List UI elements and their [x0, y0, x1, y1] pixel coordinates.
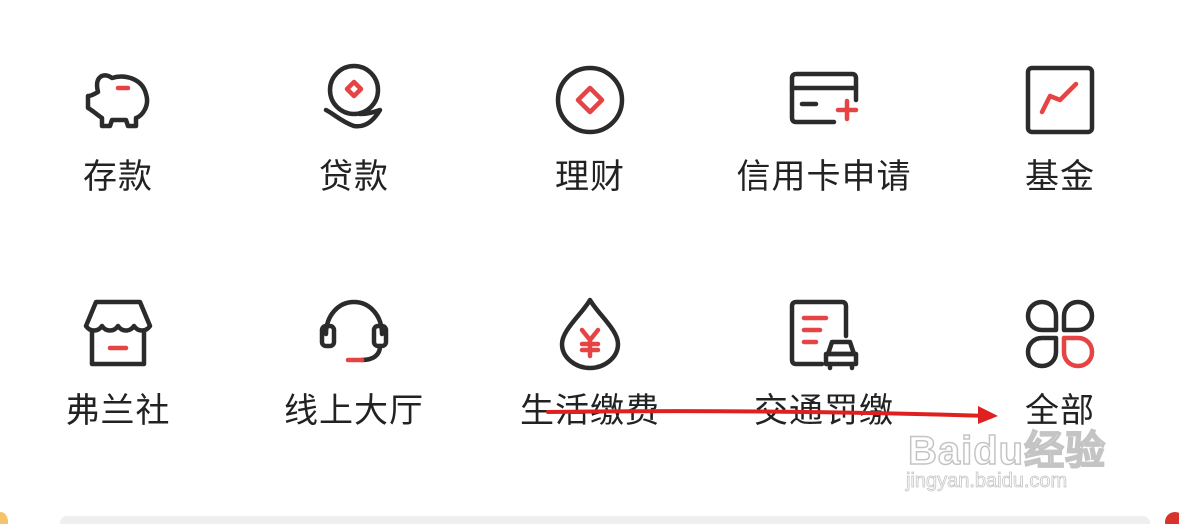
service-traffic-fine[interactable]: 交通罚缴	[724, 296, 924, 476]
corner-decoration-right	[1165, 512, 1179, 524]
loan-hand-coin-icon	[316, 62, 392, 138]
service-label: 贷款	[319, 157, 389, 197]
service-wealth[interactable]: 理财	[490, 62, 690, 242]
service-credit-card[interactable]: 信用卡申请	[724, 62, 924, 242]
service-label: 信用卡申请	[736, 157, 912, 197]
corner-decoration-left	[0, 512, 8, 524]
service-fund[interactable]: 基金	[960, 62, 1160, 242]
service-label: 交通罚缴	[754, 391, 894, 431]
piggy-bank-icon	[80, 62, 156, 138]
traffic-fine-icon	[786, 296, 862, 372]
service-panel: 存款 贷款 理财 信用卡申请 基金 弗兰社 线上大厅 生活缴费 交通罚缴 全部 …	[0, 0, 1179, 524]
service-label: 理财	[555, 157, 625, 197]
fund-chart-icon	[1022, 62, 1098, 138]
service-label: 线上大厅	[284, 391, 424, 431]
service-loan[interactable]: 贷款	[254, 62, 454, 242]
service-utility-payment[interactable]: 生活缴费	[490, 296, 690, 476]
service-all[interactable]: 全部	[960, 296, 1160, 476]
bottom-card-edge	[60, 516, 1150, 524]
utility-drop-icon	[552, 296, 628, 372]
service-online-hall[interactable]: 线上大厅	[254, 296, 454, 476]
service-label: 生活缴费	[520, 391, 660, 431]
service-community[interactable]: 弗兰社	[18, 296, 218, 476]
store-icon	[80, 296, 156, 372]
service-label: 基金	[1025, 157, 1095, 197]
service-label: 弗兰社	[65, 391, 171, 431]
all-services-icon	[1022, 296, 1098, 372]
headset-icon	[316, 296, 392, 372]
service-label: 全部	[1025, 391, 1095, 431]
credit-card-add-icon	[786, 62, 862, 138]
service-deposit[interactable]: 存款	[18, 62, 218, 242]
service-label: 存款	[83, 157, 153, 197]
wealth-coin-icon	[552, 62, 628, 138]
